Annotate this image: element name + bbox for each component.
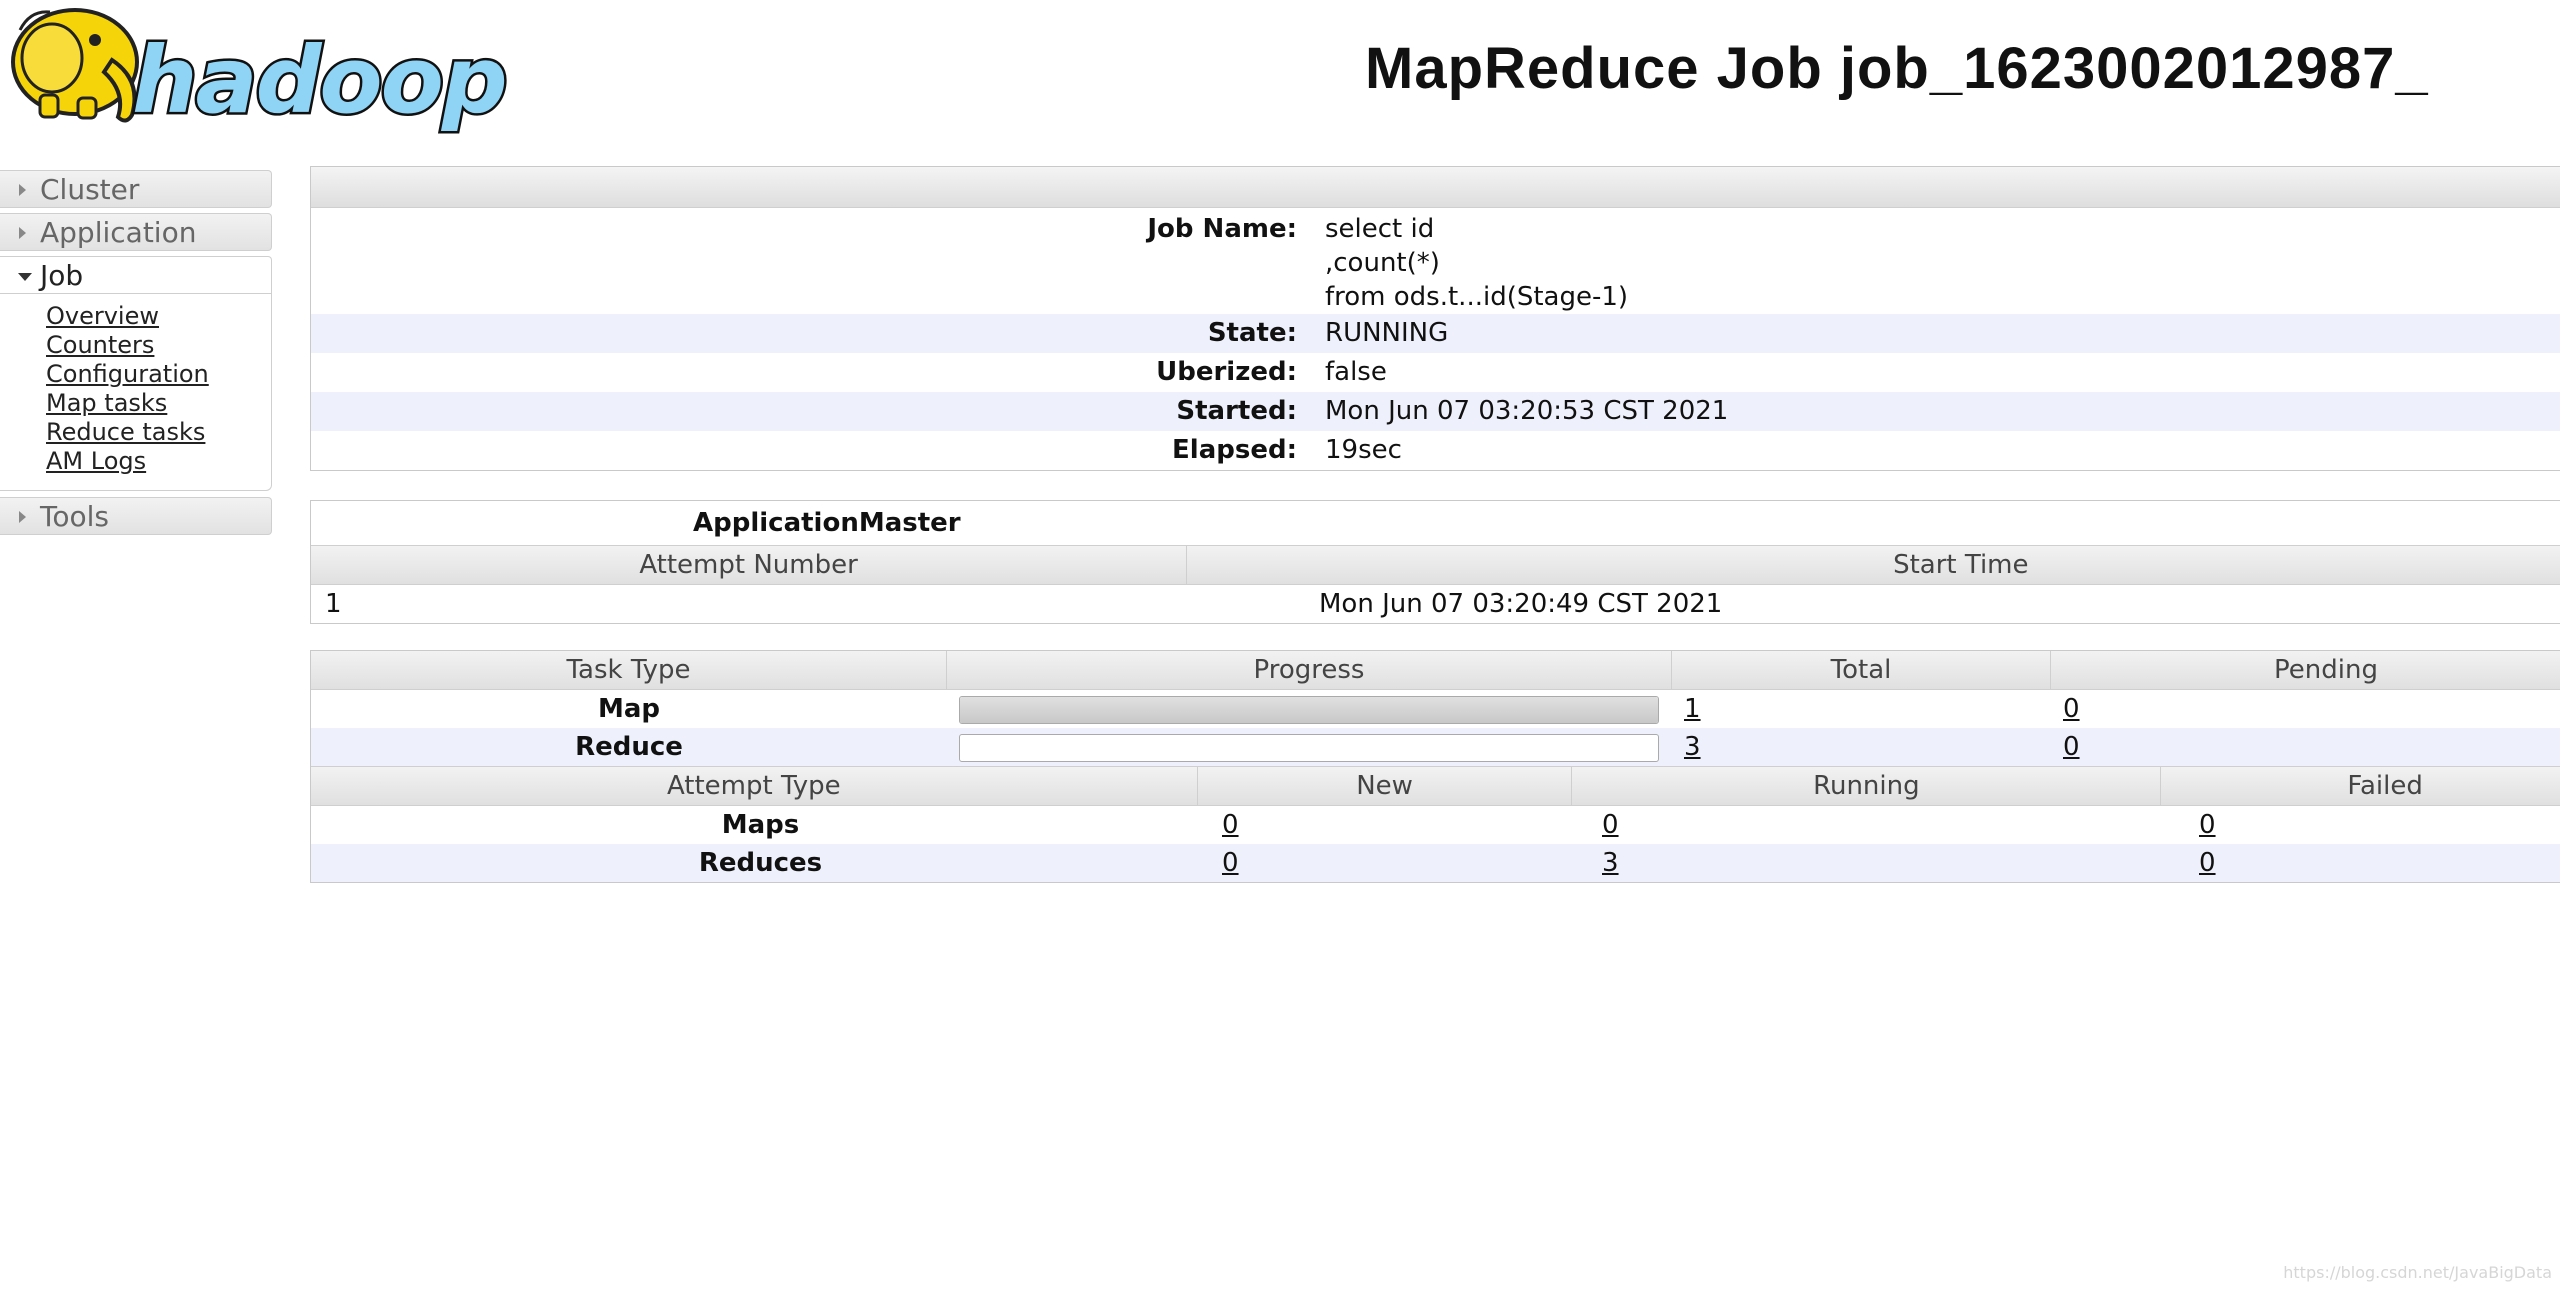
progress-fill (960, 697, 1658, 723)
col-total: Total (1672, 651, 2051, 689)
task-row-map: Map 1 0 (311, 690, 2560, 728)
nav-section-cluster[interactable]: Cluster (0, 170, 272, 208)
running-cell: 0 (1590, 806, 2187, 844)
job-name-line: select id (1325, 214, 1435, 244)
tasks-panel: Task Type Progress Total Pending Map 1 0… (310, 650, 2560, 883)
job-links: Overview Counters Configuration Map task… (0, 294, 272, 491)
col-start-time[interactable]: Start Time (1187, 546, 2560, 584)
job-name-line: ,count(*) (1325, 248, 1440, 278)
total-cell: 3 (1672, 728, 2051, 766)
col-progress: Progress (947, 651, 1672, 689)
col-failed: Failed (2347, 771, 2423, 801)
task-type-cell: Map (597, 694, 661, 724)
nav-section-label: Job (40, 259, 84, 292)
progress-cell (947, 728, 1672, 766)
job-name-line: from ods.t...id(Stage-1) (1325, 282, 1629, 312)
table-header: Attempt Number Start Time (311, 545, 2560, 585)
application-master-title: ApplicationMaster (693, 508, 961, 538)
panel-header-band (311, 167, 2560, 208)
elapsed-value: 19sec (1325, 435, 1402, 465)
link-configuration[interactable]: Configuration (46, 360, 271, 389)
reduce-pending-link[interactable]: 0 (2063, 732, 2080, 762)
running-cell: 3 (1590, 844, 2187, 882)
attempt-row-reduces: Reduces 0 3 0 (311, 844, 2560, 882)
pending-cell: 0 (2051, 728, 2080, 766)
link-reduce-tasks[interactable]: Reduce tasks (46, 418, 271, 447)
attempt-number-cell: 1 (325, 589, 342, 619)
nav-section-job[interactable]: Job (0, 256, 272, 294)
started-label: Started: (1176, 396, 1297, 426)
maps-running-link[interactable]: 0 (1602, 810, 1619, 840)
task-table-header: Task Type Progress Total Pending (311, 651, 2560, 690)
maps-failed-link[interactable]: 0 (2199, 810, 2216, 840)
link-am-logs[interactable]: AM Logs (46, 447, 271, 476)
nav-section-label: Cluster (40, 173, 140, 206)
reduce-total-link[interactable]: 3 (1684, 732, 1701, 762)
uberized-label: Uberized: (1156, 357, 1297, 387)
col-pending: Pending (2274, 655, 2378, 685)
task-type-cell: Reduce (575, 732, 683, 762)
job-name-row: Job Name: select id ,count(*) from ods.t… (311, 208, 2560, 314)
reduces-new-link[interactable]: 0 (1222, 848, 1239, 878)
link-overview[interactable]: Overview (46, 302, 271, 331)
progress-cell (947, 690, 1672, 728)
elapsed-label: Elapsed: (1172, 435, 1297, 465)
caret-right-icon (19, 227, 26, 239)
job-name-label: Job Name: (1147, 214, 1297, 244)
failed-cell: 0 (2187, 806, 2216, 844)
col-running: Running (1572, 767, 2162, 805)
watermark: https://blog.csdn.net/JavaBigData (2283, 1263, 2552, 1282)
new-cell: 0 (1210, 844, 1590, 882)
table-row: 1 Mon Jun 07 03:20:49 CST 2021 (311, 585, 2560, 623)
start-time-cell: Mon Jun 07 03:20:49 CST 2021 (1319, 589, 1723, 619)
caret-right-icon (19, 511, 26, 523)
uberized-row: Uberized: false (311, 353, 2560, 392)
total-cell: 1 (1672, 690, 2051, 728)
link-map-tasks[interactable]: Map tasks (46, 389, 271, 418)
started-value: Mon Jun 07 03:20:53 CST 2021 (1325, 396, 1729, 426)
map-total-link[interactable]: 1 (1684, 694, 1701, 724)
page: hadoop MapReduce Job job_1623002012987_ … (0, 0, 2560, 1292)
page-title: MapReduce Job job_1623002012987_ (1365, 36, 2429, 101)
nav-section-tools[interactable]: Tools (0, 497, 272, 535)
maps-new-link[interactable]: 0 (1222, 810, 1239, 840)
col-new: New (1198, 767, 1573, 805)
reduce-progress-bar (959, 734, 1659, 762)
nav-section-label: Application (40, 216, 197, 249)
elapsed-row: Elapsed: 19sec (311, 431, 2560, 470)
map-pending-link[interactable]: 0 (2063, 694, 2080, 724)
pending-cell: 0 (2051, 690, 2080, 728)
state-row: State: RUNNING (311, 314, 2560, 353)
state-label: State: (1207, 318, 1297, 348)
attempt-table-header: Attempt Type New Running Failed (311, 766, 2560, 806)
attempt-row-maps: Maps 0 0 0 (311, 806, 2560, 844)
col-attempt-number[interactable]: Attempt Number (311, 546, 1188, 584)
nav-section-label: Tools (40, 500, 109, 533)
caret-right-icon (19, 184, 26, 196)
attempt-type-cell: Reduces (698, 848, 823, 878)
svg-text:hadoop: hadoop (132, 27, 506, 134)
hadoop-logo[interactable]: hadoop (0, 0, 530, 140)
link-counters[interactable]: Counters (46, 331, 271, 360)
application-master-panel: ApplicationMaster Attempt Number Start T… (310, 500, 2560, 624)
state-value: RUNNING (1325, 318, 1449, 348)
uberized-value: false (1325, 357, 1387, 387)
job-name-value: select id ,count(*) from ods.t...id(Stag… (1311, 212, 1628, 314)
failed-cell: 0 (2187, 844, 2216, 882)
caret-down-icon (18, 273, 32, 281)
task-row-reduce: Reduce 3 0 (311, 728, 2560, 766)
nav-section-application[interactable]: Application (0, 213, 272, 251)
reduces-running-link[interactable]: 3 (1602, 848, 1619, 878)
col-attempt-type: Attempt Type (311, 767, 1198, 805)
col-task-type: Task Type (311, 651, 947, 689)
sidebar-nav: Cluster Application Job Overview Counter… (0, 170, 272, 540)
attempt-type-cell: Maps (721, 810, 800, 840)
map-progress-bar (959, 696, 1659, 724)
job-info-panel: Job Name: select id ,count(*) from ods.t… (310, 166, 2560, 471)
new-cell: 0 (1210, 806, 1590, 844)
started-row: Started: Mon Jun 07 03:20:53 CST 2021 (311, 392, 2560, 431)
elephant-icon (11, 8, 139, 123)
reduces-failed-link[interactable]: 0 (2199, 848, 2216, 878)
